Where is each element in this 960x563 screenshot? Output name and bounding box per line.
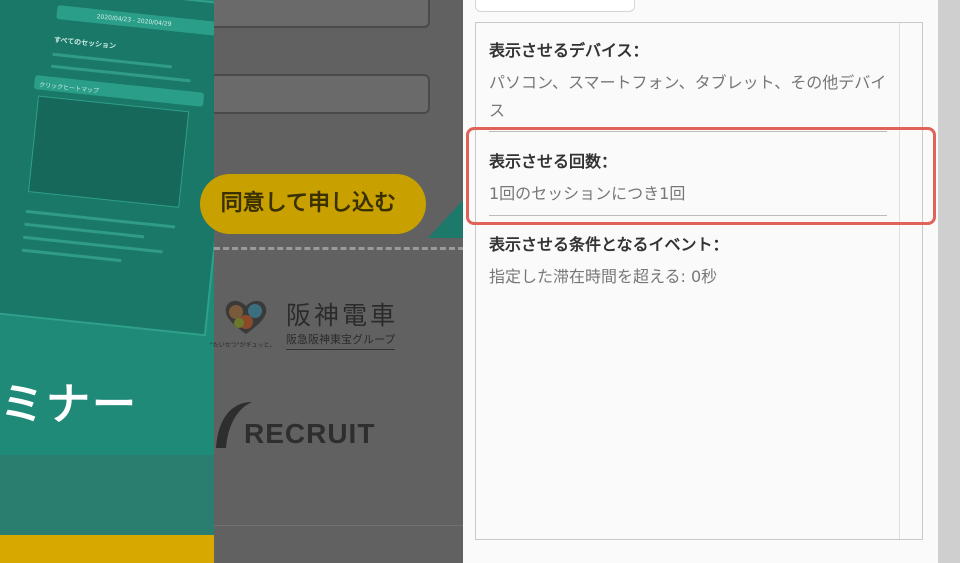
trigger-event-section-title: 表示させる条件となるイベント： [489, 235, 729, 254]
form-input-ghost [214, 0, 430, 28]
hero-title: ミナー [0, 379, 138, 430]
right-gutter [938, 0, 960, 563]
laptop-mockup: 2020/04/23 - 2020/04/29 すべてのセッション クリックヒー… [0, 0, 214, 337]
recruit-wordmark: RECRUIT [244, 418, 376, 449]
trigger-event-section-value: 指定した滞在時間を超える: 0秒 [489, 267, 718, 286]
highlight-box [466, 127, 936, 225]
recruit-logo: RECRUIT [214, 398, 414, 458]
display-conditions-box: 表示させるデバイス： パソコン、スマートフォン、タブレット、その他デバイス 表示… [475, 22, 923, 540]
hero-stripe [0, 535, 214, 563]
heart-logo-icon [225, 300, 267, 334]
form-input-ghost [214, 74, 430, 114]
hanshin-tagline: "たいせつ"がギュッと。 [210, 342, 276, 349]
dashed-divider [214, 247, 463, 250]
device-section: 表示させるデバイス： パソコン、スマートフォン、タブレット、その他デバイス [489, 37, 889, 125]
hanshin-group: 阪急阪神東宝グループ [286, 331, 396, 350]
hero-banner: 2020/04/23 - 2020/04/29 すべてのセッション クリックヒー… [0, 0, 214, 563]
hanshin-name: 阪神電車 [286, 301, 399, 330]
hanshin-logo: 阪神電車 阪急阪神東宝グループ "たいせつ"がギュッと。 [210, 298, 396, 350]
bottom-divider [214, 525, 463, 526]
panel-tab[interactable] [475, 0, 635, 12]
scrollbar[interactable] [899, 23, 922, 539]
trigger-event-section: 表示させる条件となるイベント： 指定した滞在時間を超える: 0秒 [489, 231, 889, 291]
laptop-base [0, 455, 214, 535]
apply-button: 同意して申し込む [200, 174, 426, 234]
device-section-title: 表示させるデバイス： [489, 41, 649, 60]
hero-panel-title: すべてのセッション [53, 35, 117, 51]
decorative-triangle [428, 200, 463, 238]
popup-settings-panel: 表示させるデバイス： パソコン、スマートフォン、タブレット、その他デバイス 表示… [463, 0, 938, 563]
device-section-value: パソコン、スマートフォン、タブレット、その他デバイス [489, 73, 887, 120]
background-page: 2020/04/23 - 2020/04/29 すべてのセッション クリックヒー… [0, 0, 463, 563]
